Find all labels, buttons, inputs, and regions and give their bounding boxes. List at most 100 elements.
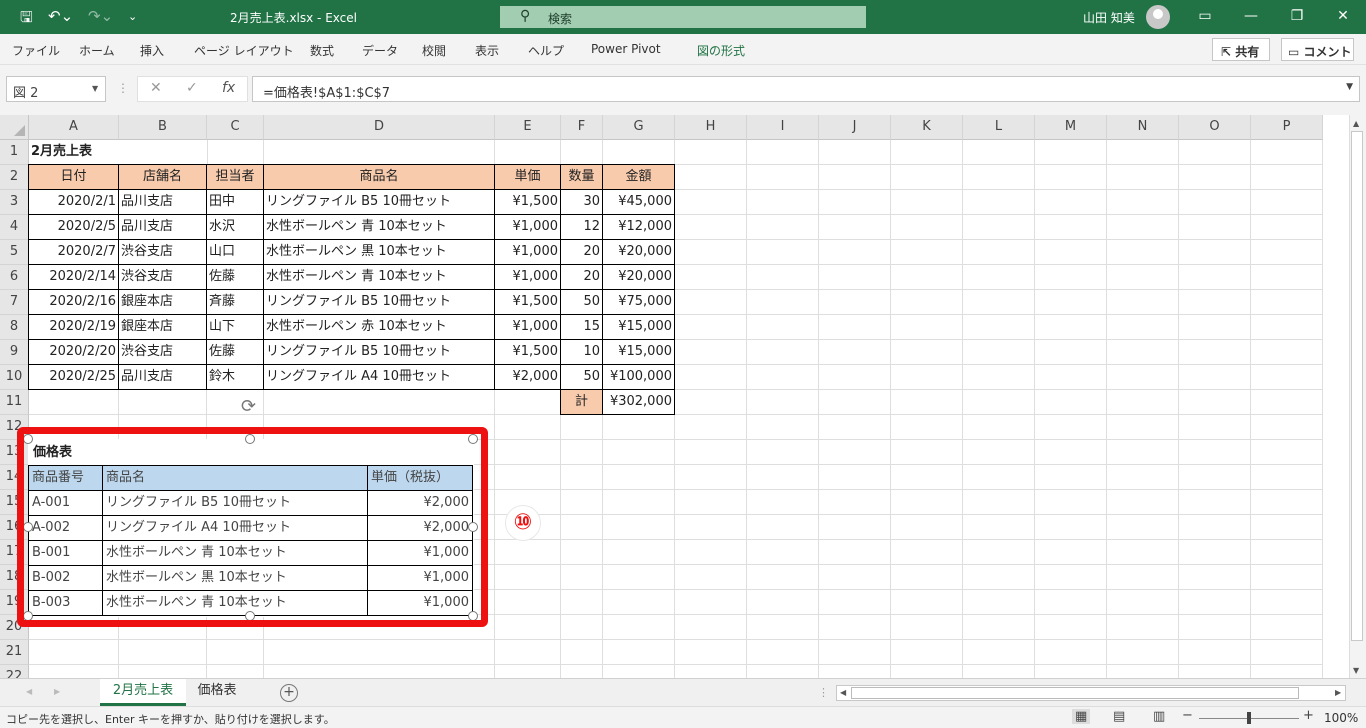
column-header-h[interactable]: H xyxy=(675,115,747,140)
scroll-up-icon[interactable]: ▲ xyxy=(1353,119,1359,128)
cancel-icon[interactable]: ✕ xyxy=(150,80,162,96)
grid-cell[interactable] xyxy=(1035,515,1107,540)
table-cell[interactable]: 水性ボールペン 黒 10本セット xyxy=(263,239,495,265)
grid-cell[interactable] xyxy=(747,340,819,365)
grid-cell[interactable] xyxy=(963,215,1035,240)
grid-cell[interactable] xyxy=(747,515,819,540)
grid-cell[interactable] xyxy=(1107,590,1179,615)
tab-home[interactable]: ホーム xyxy=(79,42,115,59)
grid-cell[interactable] xyxy=(1179,515,1251,540)
table-cell[interactable]: 斉藤 xyxy=(206,289,264,315)
table-cell[interactable]: ¥1,500 xyxy=(494,189,561,215)
grid-cell[interactable] xyxy=(1035,565,1107,590)
grid-cell[interactable] xyxy=(819,540,891,565)
grid-cell[interactable] xyxy=(675,465,747,490)
table-cell[interactable]: ¥12,000 xyxy=(602,214,675,240)
grid-cell[interactable] xyxy=(1035,315,1107,340)
grid-cell[interactable] xyxy=(891,390,963,415)
grid-cell[interactable] xyxy=(264,665,495,678)
grid-cell[interactable] xyxy=(561,665,603,678)
table-cell[interactable]: リングファイル B5 10冊セット xyxy=(263,339,495,365)
row-header-4[interactable]: 4 xyxy=(0,215,29,240)
search-box[interactable]: ⚲ 検索 xyxy=(500,6,866,28)
grid-cell[interactable] xyxy=(891,265,963,290)
column-header-l[interactable]: L xyxy=(963,115,1035,140)
row-header-6[interactable]: 6 xyxy=(0,265,29,290)
grid-cell[interactable] xyxy=(675,640,747,665)
table-cell[interactable]: 水性ボールペン 青 10本セット xyxy=(263,214,495,240)
expand-formula-icon[interactable]: ▼ xyxy=(1346,82,1353,92)
grid-cell[interactable] xyxy=(603,465,675,490)
next-sheet-icon[interactable]: ▶ xyxy=(54,687,60,696)
grid-cell[interactable] xyxy=(819,190,891,215)
row-header-5[interactable]: 5 xyxy=(0,240,29,265)
grid-cell[interactable] xyxy=(747,590,819,615)
enter-icon[interactable]: ✓ xyxy=(186,80,198,96)
close-icon[interactable]: ✕ xyxy=(1320,0,1366,34)
grid-cell[interactable] xyxy=(1251,265,1323,290)
name-box[interactable]: 図 2 xyxy=(6,76,106,102)
grid-cell[interactable] xyxy=(1179,390,1251,415)
grid-cell[interactable] xyxy=(495,565,561,590)
grid-cell[interactable] xyxy=(963,190,1035,215)
grid-cell[interactable] xyxy=(675,165,747,190)
grid-cell[interactable] xyxy=(675,440,747,465)
table-cell[interactable]: 2020/2/16 xyxy=(28,289,119,315)
zoom-out-icon[interactable]: − xyxy=(1182,708,1193,723)
grid-cell[interactable] xyxy=(747,440,819,465)
table-cell[interactable]: 銀座本店 xyxy=(118,289,207,315)
sheet-tab-price[interactable]: 価格表 xyxy=(187,679,247,706)
row-header-22[interactable]: 22 xyxy=(0,665,29,678)
grid-cell[interactable] xyxy=(1179,215,1251,240)
grid-cell[interactable] xyxy=(675,565,747,590)
grid-cell[interactable] xyxy=(675,340,747,365)
table-cell[interactable]: ¥1,500 xyxy=(494,339,561,365)
grid-cell[interactable] xyxy=(747,365,819,390)
table-cell[interactable]: 2020/2/25 xyxy=(28,364,119,390)
grid-cell[interactable] xyxy=(1251,315,1323,340)
tab-insert[interactable]: 挿入 xyxy=(140,42,164,59)
table-cell[interactable]: 渋谷支店 xyxy=(118,264,207,290)
table-cell[interactable]: 水性ボールペン 青 10本セット xyxy=(263,264,495,290)
tab-picture-format[interactable]: 図の形式 xyxy=(697,42,745,59)
grid-cell[interactable] xyxy=(819,590,891,615)
table-cell[interactable]: ¥15,000 xyxy=(602,339,675,365)
worksheet-grid[interactable]: ABCDEFGHIJKLMNOP 1 2 3 4 5 6 7 8 9 10 11 12 13 14 15 16… xyxy=(0,115,1366,678)
grid-cell[interactable] xyxy=(1179,565,1251,590)
table-cell[interactable]: 15 xyxy=(560,314,603,340)
grid-cell[interactable] xyxy=(891,540,963,565)
grid-cell[interactable] xyxy=(603,415,675,440)
header-cell[interactable]: 金額 xyxy=(602,164,675,190)
grid-cell[interactable] xyxy=(207,640,264,665)
grid-cell[interactable] xyxy=(675,190,747,215)
grid-cell[interactable] xyxy=(495,140,561,165)
grid-cell[interactable] xyxy=(603,640,675,665)
user-name[interactable]: 山田 知美 xyxy=(1083,9,1135,26)
table-cell[interactable]: 品川支店 xyxy=(118,364,207,390)
grid-cell[interactable] xyxy=(1107,415,1179,440)
grid-cell[interactable] xyxy=(747,565,819,590)
grid-cell[interactable] xyxy=(1107,365,1179,390)
table-cell[interactable]: 品川支店 xyxy=(118,189,207,215)
grid-cell[interactable] xyxy=(747,665,819,678)
column-header-a[interactable]: A xyxy=(29,115,119,140)
grid-cell[interactable] xyxy=(603,515,675,540)
drag-handle-icon[interactable]: ⋮ xyxy=(117,81,129,95)
grid-cell[interactable] xyxy=(747,290,819,315)
row-header-7[interactable]: 7 xyxy=(0,290,29,315)
column-header-c[interactable]: C xyxy=(207,115,264,140)
table-cell[interactable]: 銀座本店 xyxy=(118,314,207,340)
table-cell[interactable]: 2020/2/7 xyxy=(28,239,119,265)
grid-cell[interactable] xyxy=(495,590,561,615)
tab-review[interactable]: 校閲 xyxy=(422,42,446,59)
grid-cell[interactable] xyxy=(1179,190,1251,215)
grid-cell[interactable] xyxy=(819,290,891,315)
grid-cell[interactable] xyxy=(1179,615,1251,640)
grid-cell[interactable] xyxy=(1179,490,1251,515)
table-cell[interactable]: 2020/2/19 xyxy=(28,314,119,340)
tab-formulas[interactable]: 数式 xyxy=(310,42,334,59)
grid-cell[interactable] xyxy=(747,390,819,415)
grid-cell[interactable] xyxy=(747,640,819,665)
sales-title[interactable]: 2月売上表 xyxy=(29,140,208,166)
table-cell[interactable]: 田中 xyxy=(206,189,264,215)
